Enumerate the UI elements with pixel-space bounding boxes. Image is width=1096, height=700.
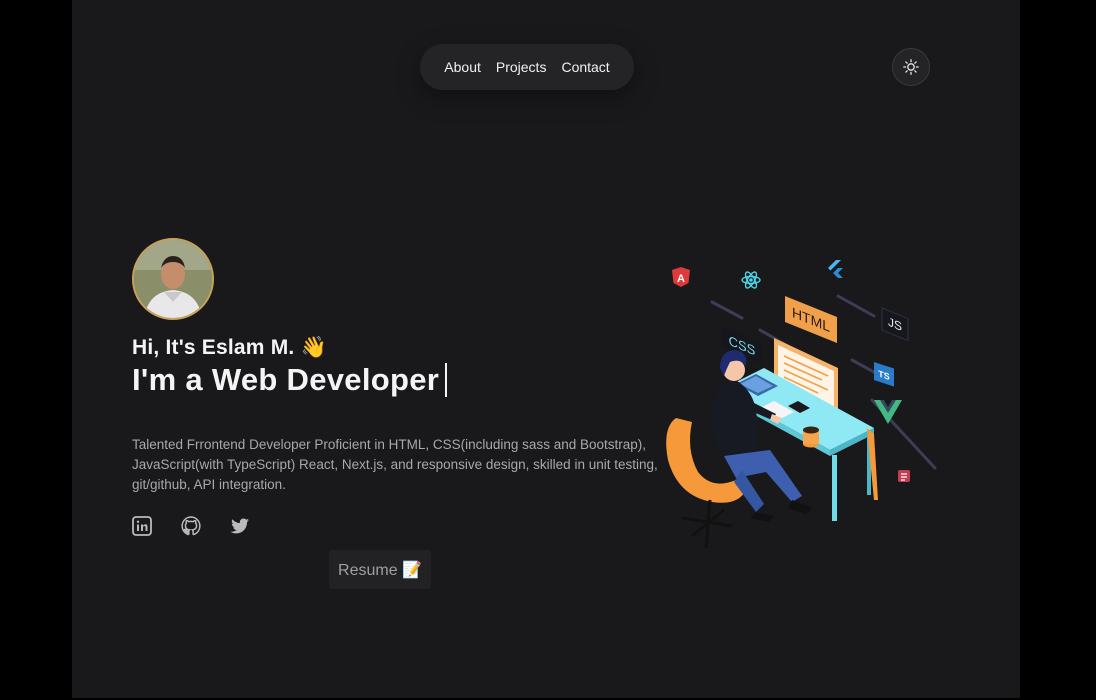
react-icon xyxy=(741,271,761,289)
vue-icon xyxy=(874,400,902,424)
html-tag: HTML xyxy=(785,296,837,344)
resume-button[interactable]: Resume 📝 xyxy=(329,550,431,589)
twitter-icon[interactable] xyxy=(230,516,250,536)
jest-icon xyxy=(898,470,910,482)
developer-illustration: A JS HTML CSS TS xyxy=(666,260,937,549)
hero-role: I'm a Web Developer xyxy=(132,362,448,398)
ts-tag: TS xyxy=(874,362,894,387)
hero-greeting: Hi, It's Eslam M. 👋 xyxy=(132,336,327,359)
typing-caret xyxy=(445,363,448,397)
flutter-icon xyxy=(828,260,843,278)
main-nav: About Projects Contact xyxy=(420,44,634,90)
theme-toggle-button[interactable] xyxy=(892,48,930,86)
angular-icon: A xyxy=(672,267,690,287)
github-icon[interactable] xyxy=(181,516,201,536)
nav-about-link[interactable]: About xyxy=(444,59,481,75)
hero-role-text: I'm a Web Developer xyxy=(132,362,440,397)
hero-description: Talented Frrontend Developer Proficient … xyxy=(132,437,658,492)
avatar xyxy=(132,238,214,320)
svg-text:A: A xyxy=(677,273,685,285)
mug-icon xyxy=(803,426,819,448)
nav-projects-link[interactable]: Projects xyxy=(496,59,547,75)
nav-contact-link[interactable]: Contact xyxy=(561,59,609,75)
linkedin-icon[interactable] xyxy=(132,516,152,536)
sun-icon xyxy=(903,59,919,75)
js-tag: JS xyxy=(881,307,909,342)
social-links xyxy=(132,516,250,536)
page: About Projects Contact Hi, It's Eslam M.… xyxy=(72,0,1020,698)
